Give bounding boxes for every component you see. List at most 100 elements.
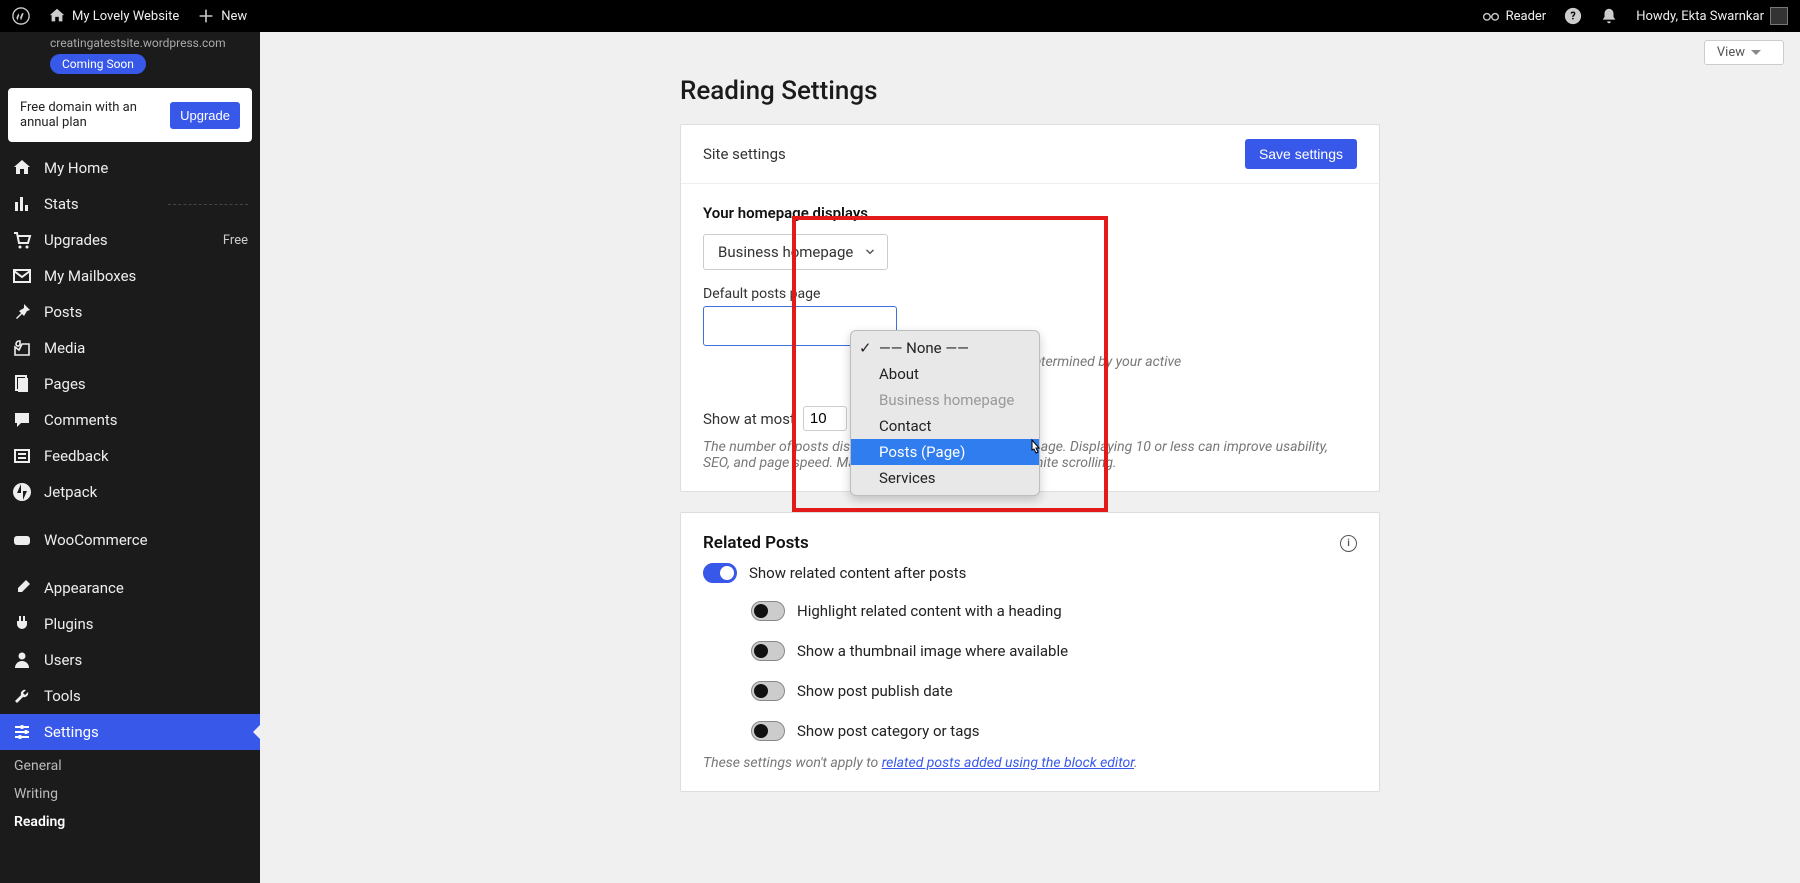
sub-toggle-row: Show a thumbnail image where available [751,641,1357,661]
sidebar-item-label: Pages [44,375,86,393]
sidebar-item-label: My Home [44,159,108,177]
sidebar-item-settings[interactable]: Settings [0,714,260,750]
site-link[interactable]: My Lovely Website [48,7,179,25]
info-icon[interactable]: i [1340,535,1357,552]
show-at-most-pre: Show at most [703,410,795,428]
dropdown-option[interactable]: Contact [851,413,1039,439]
sub-toggle-switch[interactable] [751,721,785,741]
bell-icon [1600,7,1618,25]
sidebar-item-right: Free [223,233,248,248]
sidebar-item-label: Upgrades [44,231,108,249]
sidebar-item-posts[interactable]: Posts [0,294,260,330]
sidebar-item-label: Plugins [44,615,93,633]
save-settings-button[interactable]: Save settings [1245,139,1357,169]
help-link[interactable]: ? [1564,7,1582,25]
help-icon: ? [1564,7,1582,25]
upgrade-promo: Free domain with an annual plan Upgrade [8,88,252,142]
admin-bar: My Lovely Website New Reader ? Howd [0,0,1800,32]
woo-icon [12,530,32,550]
sub-toggle-row: Highlight related content with a heading [751,601,1357,621]
svg-text:?: ? [1571,10,1576,23]
sidebar-item-comments[interactable]: Comments [0,402,260,438]
dropdown-option: Business homepage [851,387,1039,413]
sub-toggle-switch[interactable] [751,681,785,701]
homepage-displays-label: Your homepage displays [703,204,1357,222]
content-area: View Reading Settings Site settings Save… [260,32,1800,883]
avatar [1770,7,1788,25]
sub-toggle-row: Show post category or tags [751,721,1357,741]
sidebar-item-upgrades[interactable]: Upgrades Free [0,222,260,258]
glasses-icon [1482,7,1500,25]
card-title: Site settings [703,145,786,163]
chevron-down-icon [863,245,877,259]
posts-per-page-input[interactable] [803,406,847,431]
admin-sidebar: creatingatestsite.wordpress.com Coming S… [0,32,260,883]
sidebar-item-my-mailboxes[interactable]: My Mailboxes [0,258,260,294]
sidebar-item-tools[interactable]: Tools [0,678,260,714]
new-label: New [221,9,247,24]
wp-logo[interactable] [12,7,30,25]
house-icon [48,7,66,25]
sub-toggle-label: Highlight related content with a heading [797,602,1062,620]
user-icon [12,650,32,670]
sidebar-item-label: Stats [44,195,79,213]
sidebar-item-label: Feedback [44,447,109,465]
show-related-toggle[interactable] [703,563,737,583]
notifications-link[interactable] [1600,7,1618,25]
footer-post: . [1134,755,1138,771]
homepage-select-value: Business homepage [718,243,853,261]
triangle-down-icon [1751,50,1761,60]
brush-icon [12,578,32,598]
page-title: Reading Settings [680,76,1380,106]
dropdown-option[interactable]: Services [851,465,1039,491]
sub-toggle-switch[interactable] [751,641,785,661]
sub-toggle-label: Show a thumbnail image where available [797,642,1068,660]
new-link[interactable]: New [197,7,247,25]
sidebar-item-stats[interactable]: Stats [0,186,260,222]
sidebar-subitem-general[interactable]: General [0,752,260,780]
sidebar-item-label: Jetpack [44,483,97,501]
sidebar-item-label: Comments [44,411,118,429]
block-editor-link[interactable]: related posts added using the block edit… [882,755,1134,771]
dropdown-option[interactable]: —— None —— [851,335,1039,361]
sidebar-item-plugins[interactable]: Plugins [0,606,260,642]
sidebar-item-woocommerce[interactable]: WooCommerce [0,522,260,558]
sidebar-item-pages[interactable]: Pages [0,366,260,402]
stats-sparkline [168,204,248,205]
comment-icon [12,410,32,430]
dropdown-option[interactable]: Posts (Page) [851,439,1039,465]
sidebar-subitem-reading[interactable]: Reading [0,808,260,836]
sidebar-item-my-home[interactable]: My Home [0,150,260,186]
sidebar-item-feedback[interactable]: Feedback [0,438,260,474]
site-info: creatingatestsite.wordpress.com Coming S… [0,32,260,80]
stats-icon [12,194,32,214]
sub-toggle-switch[interactable] [751,601,785,621]
sidebar-subitem-writing[interactable]: Writing [0,780,260,808]
site-url: creatingatestsite.wordpress.com [50,36,226,50]
sidebar-item-label: WooCommerce [44,531,148,549]
upgrade-button[interactable]: Upgrade [170,102,240,129]
main-toggle-row: Show related content after posts [703,563,1357,583]
wrench-icon [12,686,32,706]
jetpack-icon [12,482,32,502]
sidebar-item-label: Users [44,651,82,669]
account-link[interactable]: Howdy, Ekta Swarnkar [1636,7,1788,25]
dropdown-option[interactable]: About [851,361,1039,387]
sidebar-item-jetpack[interactable]: Jetpack [0,474,260,510]
sidebar-item-label: Settings [44,723,99,741]
sidebar-item-label: Media [44,339,85,357]
sidebar-item-users[interactable]: Users [0,642,260,678]
media-icon [12,338,32,358]
reader-link[interactable]: Reader [1482,7,1547,25]
posts-page-dropdown[interactable]: —— None ——AboutBusiness homepageContactP… [850,330,1040,496]
sliders-icon [12,722,32,742]
home-icon [12,158,32,178]
homepage-select[interactable]: Business homepage [703,234,888,270]
upgrade-promo-text: Free domain with an annual plan [20,100,140,130]
sidebar-item-appearance[interactable]: Appearance [0,570,260,606]
view-dropdown[interactable]: View [1704,40,1784,65]
related-posts-title: Related Posts i [703,533,1357,553]
howdy-label: Howdy, Ekta Swarnkar [1636,9,1764,24]
sidebar-item-media[interactable]: Media [0,330,260,366]
mail-icon [12,266,32,286]
